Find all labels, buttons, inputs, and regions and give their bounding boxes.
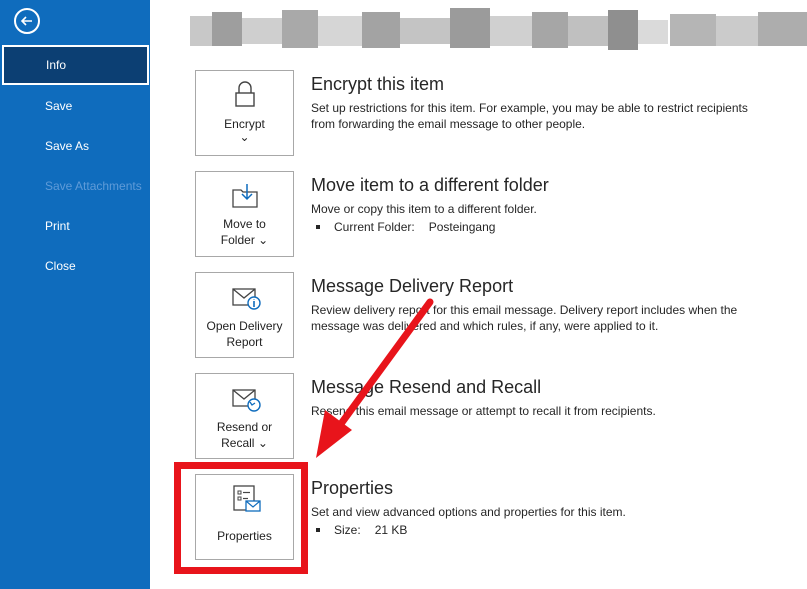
annotation-arrow bbox=[316, 298, 434, 458]
